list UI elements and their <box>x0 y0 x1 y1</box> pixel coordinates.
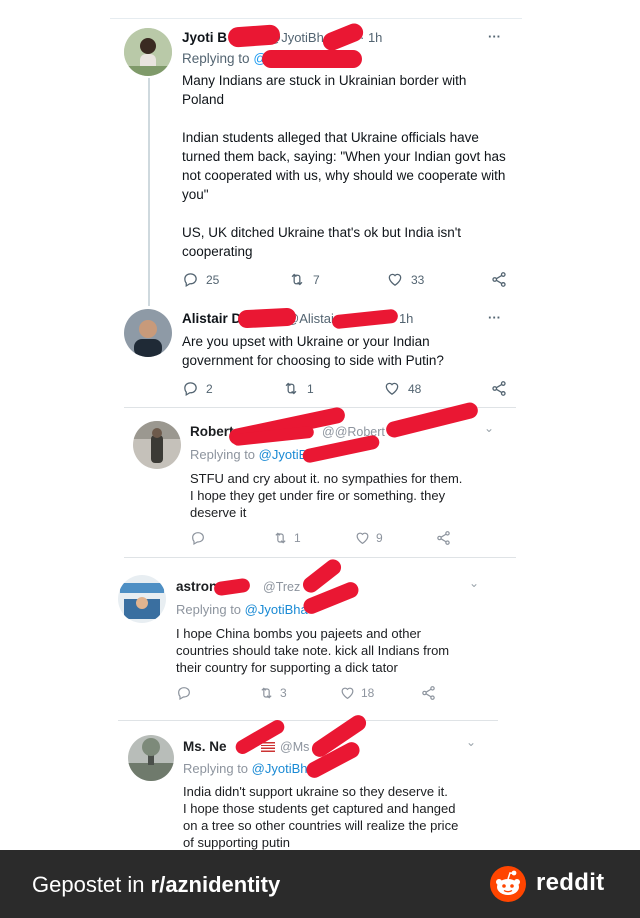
thread-line <box>148 78 150 306</box>
tweet-text: Many Indians are stuck in Ukrainian bord… <box>182 73 506 259</box>
comment-text: I hope China bombs you pajeets and other… <box>176 626 450 675</box>
replying-to: Replying to @JyotiBha <box>183 761 315 776</box>
like-action[interactable]: 9 <box>354 530 383 546</box>
chevron-down-icon[interactable]: ⌄ <box>466 735 476 749</box>
reply-icon <box>192 532 204 546</box>
reply-action[interactable] <box>176 685 192 701</box>
retweet-count: 1 <box>307 381 314 396</box>
reply-count: 25 <box>206 272 220 287</box>
replying-to-label: Replying to <box>190 447 256 462</box>
more-options-icon[interactable]: ··· <box>488 29 501 44</box>
heart-icon <box>388 273 402 286</box>
tweet-author-name[interactable]: Alistair D <box>182 311 241 326</box>
share-action[interactable] <box>435 530 452 546</box>
reddit-wordmark[interactable]: reddit <box>536 869 604 897</box>
retweet-icon <box>261 687 272 699</box>
share-icon <box>437 531 450 545</box>
retweet-icon <box>285 382 297 395</box>
reddit-snoo-icon[interactable] <box>490 866 526 902</box>
retweet-action[interactable]: 3 <box>258 685 287 701</box>
share-icon <box>492 272 506 287</box>
section-divider <box>118 720 498 721</box>
replying-to-label: Replying to <box>176 602 242 617</box>
heart-icon <box>385 382 399 395</box>
comment-text: India didn't support ukraine so they des… <box>183 784 459 850</box>
like-action[interactable]: 33 <box>386 271 424 288</box>
chevron-down-icon[interactable]: ⌄ <box>484 421 494 435</box>
comment-author-handle[interactable]: @Trez <box>263 580 300 594</box>
top-divider <box>110 18 522 19</box>
redaction-mark <box>262 50 362 68</box>
tweet-text: Are you upset with Ukraine or your India… <box>182 334 444 368</box>
avatar-jyoti[interactable] <box>124 28 172 76</box>
replying-to-label: Replying to <box>183 761 249 776</box>
heart-icon <box>341 687 354 700</box>
redaction-mark <box>237 307 297 329</box>
like-action[interactable]: 48 <box>383 380 421 397</box>
subreddit-name[interactable]: r/aznidentity <box>151 872 281 897</box>
more-options-icon[interactable]: ··· <box>488 310 501 325</box>
retweet-icon <box>275 532 286 544</box>
avatar-alistair[interactable] <box>124 309 172 357</box>
avatar-ms-ne[interactable] <box>128 735 174 781</box>
section-divider <box>124 557 516 558</box>
replying-to-handle[interactable]: @JyotiBha <box>245 602 308 617</box>
retweet-action[interactable]: 7 <box>288 271 320 288</box>
replying-to: Replying to @ <box>182 51 267 66</box>
retweet-action[interactable]: 1 <box>282 380 314 397</box>
posted-in-prefix: Gepostet in <box>32 872 151 897</box>
chevron-down-icon[interactable]: ⌄ <box>469 576 479 590</box>
like-count: 33 <box>411 272 425 287</box>
like-count: 48 <box>408 381 422 396</box>
redaction-mark <box>227 24 281 48</box>
comment-author-handle[interactable]: @Ms <box>280 740 309 754</box>
share-action[interactable] <box>420 685 437 701</box>
like-count: 9 <box>376 531 383 545</box>
reply-icon <box>184 273 197 288</box>
reply-icon <box>178 687 190 701</box>
comment-text: STFU and cry about it. no sympathies for… <box>190 471 463 520</box>
reply-action[interactable]: 2 <box>182 380 213 397</box>
retweet-count: 7 <box>313 272 320 287</box>
retweet-icon <box>291 273 303 286</box>
retweet-count: 1 <box>294 531 301 545</box>
replying-to-label: Replying to <box>182 51 250 66</box>
reply-action[interactable]: 25 <box>182 271 219 288</box>
reply-icon <box>184 382 197 397</box>
share-action[interactable] <box>490 380 508 397</box>
avatar-astron[interactable] <box>118 575 166 623</box>
comment-author-name[interactable]: Robert <box>190 424 234 439</box>
replying-to: Replying to @JyotiBha <box>176 602 308 617</box>
comment-author-name[interactable]: Ms. Ne <box>183 739 227 754</box>
like-action[interactable]: 18 <box>339 685 374 701</box>
reply-action[interactable] <box>190 530 206 546</box>
retweet-count: 3 <box>280 686 287 700</box>
share-action[interactable] <box>490 271 508 288</box>
comment-author-name[interactable]: astron <box>176 579 217 594</box>
heart-icon <box>356 532 369 545</box>
posted-in-label[interactable]: Gepostet in r/aznidentity <box>32 872 280 898</box>
avatar-robert[interactable] <box>133 421 181 469</box>
tweet-author-name[interactable]: Jyoti B <box>182 30 227 45</box>
like-count: 18 <box>361 686 375 700</box>
retweet-action[interactable]: 1 <box>272 530 301 546</box>
flag-icon <box>261 742 275 752</box>
share-icon <box>422 686 435 700</box>
reply-count: 2 <box>206 381 213 396</box>
share-icon <box>492 381 506 396</box>
